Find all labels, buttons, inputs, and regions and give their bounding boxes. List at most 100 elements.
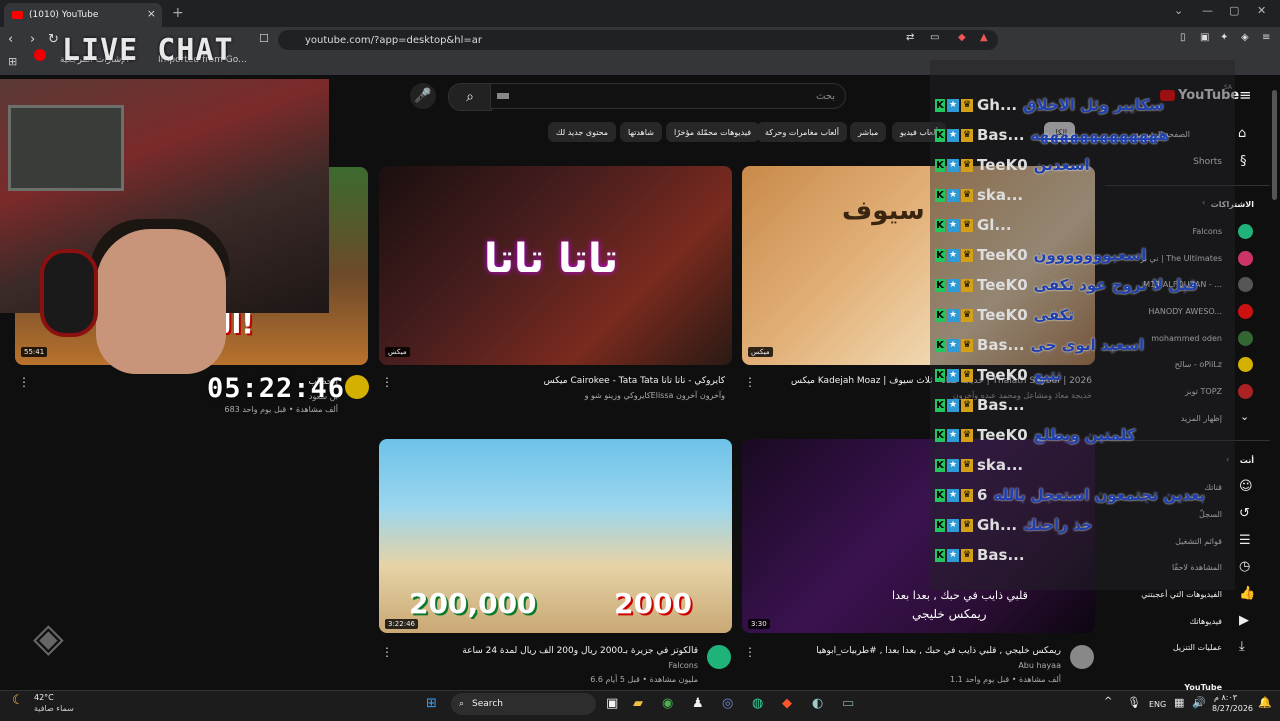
bookmark-icon[interactable]: ☐ [259,32,269,45]
sidebar-scrollbar[interactable] [1272,90,1277,200]
video-thumbnail[interactable]: تاتا تاتا ميكس [379,166,732,365]
brave-shield-icon[interactable]: ◆ [958,32,966,43]
wallet-icon[interactable]: ▣ [1200,32,1209,43]
your-videos-icon[interactable]: ▶ [1239,613,1249,628]
microphone-tray-icon[interactable]: 🎙 [1127,696,1141,709]
sidebar-icon[interactable]: ▯ [1180,32,1186,43]
notifications-icon[interactable]: 🔔 [1258,696,1272,709]
minimize-button[interactable]: — [1202,4,1213,17]
weather-icon[interactable]: ☾ [12,693,24,708]
keyboard-icon[interactable] [497,93,509,99]
microphone-icon[interactable]: 🎤 [410,83,436,109]
channel-avatar[interactable] [1070,645,1094,669]
app-icon[interactable]: ◍ [752,696,763,711]
app-icon[interactable]: ♟ [692,696,704,711]
translate-icon[interactable]: ⇄ [906,32,914,43]
download-icon[interactable]: ⤓ [1239,639,1245,654]
chat-username[interactable]: Gh... [977,516,1017,534]
chat-username[interactable]: ska... [977,186,1023,204]
tray-chevron-icon[interactable]: ^ [1104,696,1112,707]
chip[interactable]: ألعاب مغامرات وحركة [757,122,847,142]
you-item[interactable]: الفيديوهات التي أعجبتني [1141,590,1222,599]
chat-username[interactable]: 6 [977,486,987,504]
chat-username[interactable]: Bas... [977,396,1025,414]
chip[interactable]: محتوى جديد لك [548,122,617,142]
more-actions-icon[interactable]: ⋮ [744,645,756,659]
chat-username[interactable]: Gl... [977,216,1012,234]
leo-icon[interactable]: ✦ [1220,32,1228,43]
search-button[interactable]: ⌕ [448,83,492,111]
chip[interactable]: مباشر [850,122,887,142]
chip[interactable]: فيديوهات محمّلة مؤخرًا [666,122,760,142]
chat-username[interactable]: TeeK0 [977,366,1028,384]
search-input[interactable]: بحث [490,83,846,109]
chevron-down-icon[interactable]: ⌄ [1240,410,1249,423]
like-icon[interactable]: 👍 [1239,586,1255,601]
more-actions-icon[interactable]: ⋮ [381,375,393,389]
chip[interactable]: شاهدتها [620,122,662,142]
chat-username[interactable]: Bas... [977,546,1025,564]
chat-username[interactable]: TeeK0 [977,426,1028,444]
forward-icon[interactable]: › [30,32,35,47]
chrome-icon[interactable]: ◉ [662,696,673,711]
menu-icon[interactable]: ≡ [1262,32,1270,43]
your-channel-icon[interactable]: ☺ [1239,479,1253,494]
clock-time[interactable]: ٨:٠٣ م [1214,693,1237,702]
weather-temp[interactable]: 42°C [34,693,54,702]
chat-username[interactable]: Bas... [977,336,1025,354]
discord-icon[interactable]: ◎ [722,696,733,711]
task-view-icon[interactable]: ▣ [606,696,618,711]
clock-date[interactable]: 8/27/2026 [1212,704,1253,713]
rewards-icon[interactable]: ▲ [980,32,988,43]
back-icon[interactable]: ‹ [8,32,13,47]
home-icon[interactable]: ⌂ [1238,126,1246,141]
chat-username[interactable]: TeeK0 [977,156,1028,174]
history-icon[interactable]: ↺ [1239,506,1250,521]
chat-username[interactable]: TeeK0 [977,276,1028,294]
chat-username[interactable]: ska... [977,456,1023,474]
app-icon[interactable]: ▭ [842,696,854,711]
guide-menu-icon[interactable]: ≡ [1239,86,1252,104]
video-channel[interactable]: Falcons [668,661,698,670]
reload-icon[interactable]: ↻ [48,32,59,47]
cast-icon[interactable]: ▭ [930,32,939,43]
browser-tab[interactable]: (1010) YouTube × [4,3,162,27]
steam-icon[interactable]: ◐ [812,696,823,711]
vpn-icon[interactable]: ◈ [1241,32,1249,43]
channel-avatar[interactable] [707,645,731,669]
brave-icon[interactable]: ◆ [782,696,792,711]
taskbar-search[interactable]: ⌕ Search [451,693,596,715]
playlist-icon[interactable]: ☰ [1239,533,1251,548]
start-icon[interactable]: ⊞ [426,696,437,711]
video-title[interactable]: ميكس Cairokee - Tata Tata كايروكي - تاتا… [544,376,725,386]
video-title[interactable]: ريمكس خليجي , قلبي ذايب في حبك , بعدا بع… [816,646,1061,656]
more-actions-icon[interactable]: ⋮ [744,375,756,389]
you-item[interactable]: فيديوهاتك [1190,617,1222,626]
video-channel[interactable]: Abu hayaa [1018,661,1061,670]
video-thumbnail[interactable]: 200,000 2000 3:22:46 [379,439,732,633]
close-window-button[interactable]: ✕ [1257,4,1266,17]
more-actions-icon[interactable]: ⋮ [18,375,30,389]
apps-grid-icon[interactable]: ⊞ [8,55,17,68]
maximize-button[interactable]: ▢ [1229,4,1239,17]
network-icon[interactable]: ▦ [1174,696,1184,709]
tab-close-icon[interactable]: × [147,7,156,20]
you-item[interactable]: عمليات التنزيل [1173,643,1222,652]
new-tab-button[interactable]: + [172,5,184,21]
video-title[interactable]: قالكوتز في جزيرة بـ2000 ريال و200 الف ري… [462,646,698,656]
chat-username[interactable]: TeeK0 [977,306,1028,324]
watch-later-icon[interactable]: ◷ [1239,559,1250,574]
chat-username[interactable]: TeeK0 [977,246,1028,264]
language-indicator[interactable]: ENG [1149,700,1166,709]
more-actions-icon[interactable]: ⋮ [381,645,393,659]
url-bar[interactable]: youtube.com/?app=desktop&hl=ar [278,30,998,50]
chat-username[interactable]: Bas... [977,126,1025,144]
shorts-icon[interactable]: § [1240,154,1247,169]
volume-icon[interactable]: 🔊 [1192,696,1206,709]
file-explorer-icon[interactable]: ▰ [633,696,643,711]
tab-search-chevron-icon[interactable]: ⌄ [1174,4,1183,17]
video-channel[interactable]: كايروكي وزينو شو وElissa وآخرون آخرون [585,391,725,400]
you-header[interactable]: أنت [1240,456,1254,465]
chat-username[interactable]: Gh... [977,96,1017,114]
channel-avatar[interactable] [345,375,369,399]
